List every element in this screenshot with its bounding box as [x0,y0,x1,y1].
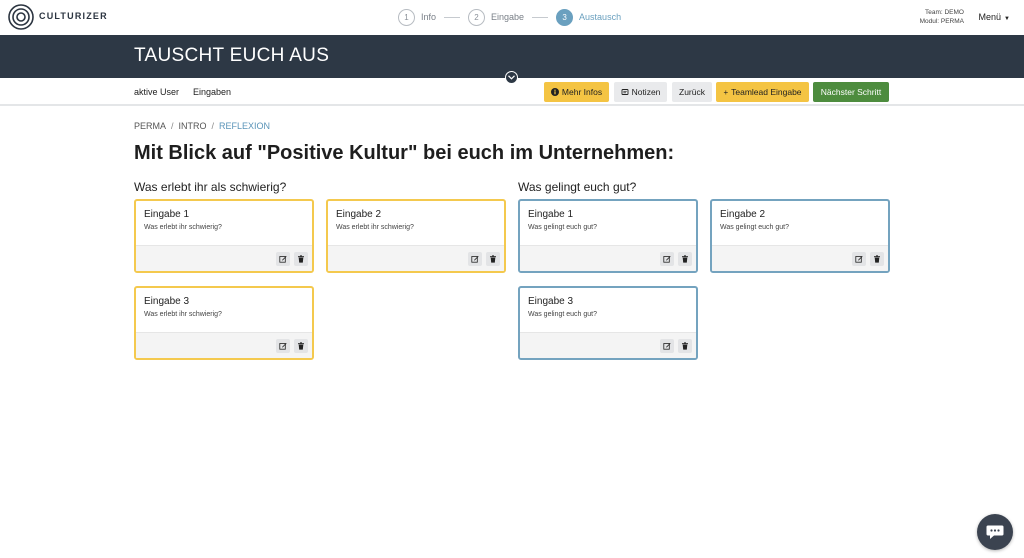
card-title: Eingabe 1 [528,209,574,220]
next-step-button[interactable]: Nächster Schritt [813,82,889,102]
step-connector [532,16,549,18]
breadcrumb-separator: / [171,121,174,131]
step-number: 3 [556,8,574,26]
card-text: Was gelingt euch gut? [720,224,790,231]
card-footer [136,245,312,271]
trash-icon [682,342,688,350]
step-progress: 1 Info 2 Eingabe 3 Austausch [398,8,621,26]
button-label: Nächster Schritt [820,87,882,97]
button-label: Teamlead Eingabe [731,87,802,97]
step-connector [444,16,461,18]
card-footer [328,245,504,271]
page-title: Mit Blick auf "Positive Kultur" bei euch… [134,142,675,164]
edit-button[interactable] [468,252,482,266]
edit-icon [279,256,287,263]
top-bar: CULTURIZER 1 Info 2 Eingabe 3 Austausch … [0,0,1024,35]
back-button[interactable]: Zurück [672,82,712,102]
delete-button[interactable] [294,339,308,353]
delete-button[interactable] [870,252,884,266]
more-info-button[interactable]: Mehr Infos [544,82,609,102]
step-label: Austausch [579,12,622,22]
step-info[interactable]: 1 Info [398,8,437,26]
edit-icon [663,256,671,263]
card-text: Was erlebt ihr schwierig? [336,224,414,231]
input-card: Eingabe 2 Was erlebt ihr schwierig? [326,199,506,273]
team-name: Team: DEMO [924,9,964,16]
button-label: Zurück [679,87,705,97]
trash-icon [490,255,496,263]
chevron-down-icon[interactable] [505,71,518,84]
card-footer [136,332,312,358]
column-title-difficult: Was erlebt ihr als schwierig? [134,180,287,194]
button-label: Mehr Infos [561,87,603,97]
edit-button[interactable] [276,339,290,353]
menu-label: Menü [978,12,1002,22]
nav-eingaben[interactable]: Eingaben [193,87,231,97]
edit-icon [279,343,287,350]
breadcrumb-intro[interactable]: INTRO [179,121,207,131]
step-label: Eingabe [491,12,525,22]
card-text: Was erlebt ihr schwierig? [144,224,222,231]
step-eingabe[interactable]: 2 Eingabe [468,8,525,26]
notes-button[interactable]: Notizen [614,82,667,102]
teamlead-input-button[interactable]: + Teamlead Eingabe [716,82,809,102]
page-header-title: TAUSCHT EUCH AUS [134,45,330,66]
caret-down-icon: ▼ [1004,16,1010,22]
input-card: Eingabe 2 Was gelingt euch gut? [710,199,890,273]
chat-button[interactable] [977,514,1013,550]
card-text: Was gelingt euch gut? [528,311,598,318]
input-card: Eingabe 3 Was erlebt ihr schwierig? [134,286,314,360]
card-title: Eingabe 1 [144,209,190,220]
step-number: 2 [468,8,486,26]
edit-button[interactable] [852,252,866,266]
breadcrumb-separator: / [211,121,215,131]
info-icon [550,88,559,96]
trash-icon [874,255,880,263]
card-text: Was gelingt euch gut? [528,224,598,231]
delete-button[interactable] [678,252,692,266]
team-info: Team: DEMO Modul: PERMA [920,8,964,26]
edit-icon [663,343,671,350]
menu-button[interactable]: Menü ▼ [979,12,1010,22]
button-label: Notizen [631,87,661,97]
edit-button[interactable] [660,339,674,353]
breadcrumb-perma[interactable]: PERMA [134,121,166,131]
delete-button[interactable] [678,339,692,353]
card-title: Eingabe 2 [720,209,766,220]
delete-button[interactable] [294,252,308,266]
card-title: Eingabe 3 [528,296,574,307]
column-title-success: Was gelingt euch gut? [518,180,637,194]
plus-icon: + [723,87,729,97]
edit-button[interactable] [660,252,674,266]
input-card: Eingabe 1 Was erlebt ihr schwierig? [134,199,314,273]
card-text: Was erlebt ihr schwierig? [144,311,222,318]
delete-button[interactable] [486,252,500,266]
edit-icon [471,256,479,263]
chat-icon [986,525,1004,539]
card-title: Eingabe 3 [144,296,190,307]
step-number: 1 [398,8,415,26]
card-footer [520,245,696,271]
step-label: Info [421,12,437,22]
module-name: Modul: PERMA [919,18,964,25]
trash-icon [298,255,304,263]
nav-aktive-user[interactable]: aktive User [134,87,179,97]
culturizer-logo-icon[interactable] [8,4,34,30]
card-title: Eingabe 2 [336,209,382,220]
edit-button[interactable] [276,252,290,266]
card-footer [712,245,888,271]
input-card: Eingabe 3 Was gelingt euch gut? [518,286,698,360]
trash-icon [298,342,304,350]
breadcrumb-reflexion: REFLEXION [219,121,271,131]
step-austausch[interactable]: 3 Austausch [556,8,622,26]
breadcrumb: PERMA / INTRO / REFLEXION [134,121,270,131]
card-footer [520,332,696,358]
logo-text[interactable]: CULTURIZER [39,11,108,21]
edit-icon [855,256,863,263]
trash-icon [682,255,688,263]
notes-icon [621,89,629,95]
input-card: Eingabe 1 Was gelingt euch gut? [518,199,698,273]
